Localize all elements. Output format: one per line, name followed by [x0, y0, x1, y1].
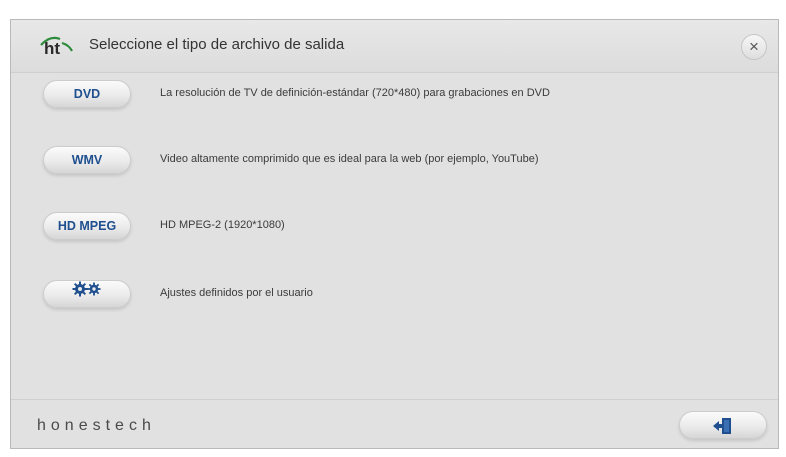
option-row-dvd: DVD La resolución de TV de definición-es… — [11, 80, 778, 114]
custom-settings-button[interactable] — [43, 280, 131, 308]
close-icon: × — [749, 37, 759, 56]
output-format-dialog: ht Seleccione el tipo de archivo de sali… — [10, 19, 779, 449]
gears-icon — [70, 280, 104, 306]
hd-mpeg-description: HD MPEG-2 (1920*1080) — [160, 219, 285, 231]
exit-door-icon — [713, 418, 731, 434]
footer-divider — [11, 399, 778, 400]
option-row-hd-mpeg: HD MPEG HD MPEG-2 (1920*1080) — [11, 212, 778, 246]
custom-settings-description: Ajustes definidos por el usuario — [160, 287, 313, 299]
honestech-logo: ht — [38, 35, 74, 58]
wmv-button[interactable]: WMV — [43, 146, 131, 174]
option-row-wmv: WMV Video altamente comprimido que es id… — [11, 146, 778, 180]
exit-button[interactable] — [679, 411, 767, 439]
dvd-description: La resolución de TV de definición-estánd… — [160, 87, 550, 99]
dialog-title: Seleccione el tipo de archivo de salida — [89, 36, 345, 53]
close-button[interactable]: × — [741, 34, 767, 60]
svg-text:ht: ht — [44, 39, 60, 55]
brand-name: honestech — [37, 417, 156, 434]
title-bar: ht Seleccione el tipo de archivo de sali… — [11, 20, 778, 73]
hd-mpeg-button[interactable]: HD MPEG — [43, 212, 131, 240]
dvd-button[interactable]: DVD — [43, 80, 131, 108]
option-row-custom: Ajustes definidos por el usuario — [11, 280, 778, 314]
wmv-description: Video altamente comprimido que es ideal … — [160, 153, 539, 165]
